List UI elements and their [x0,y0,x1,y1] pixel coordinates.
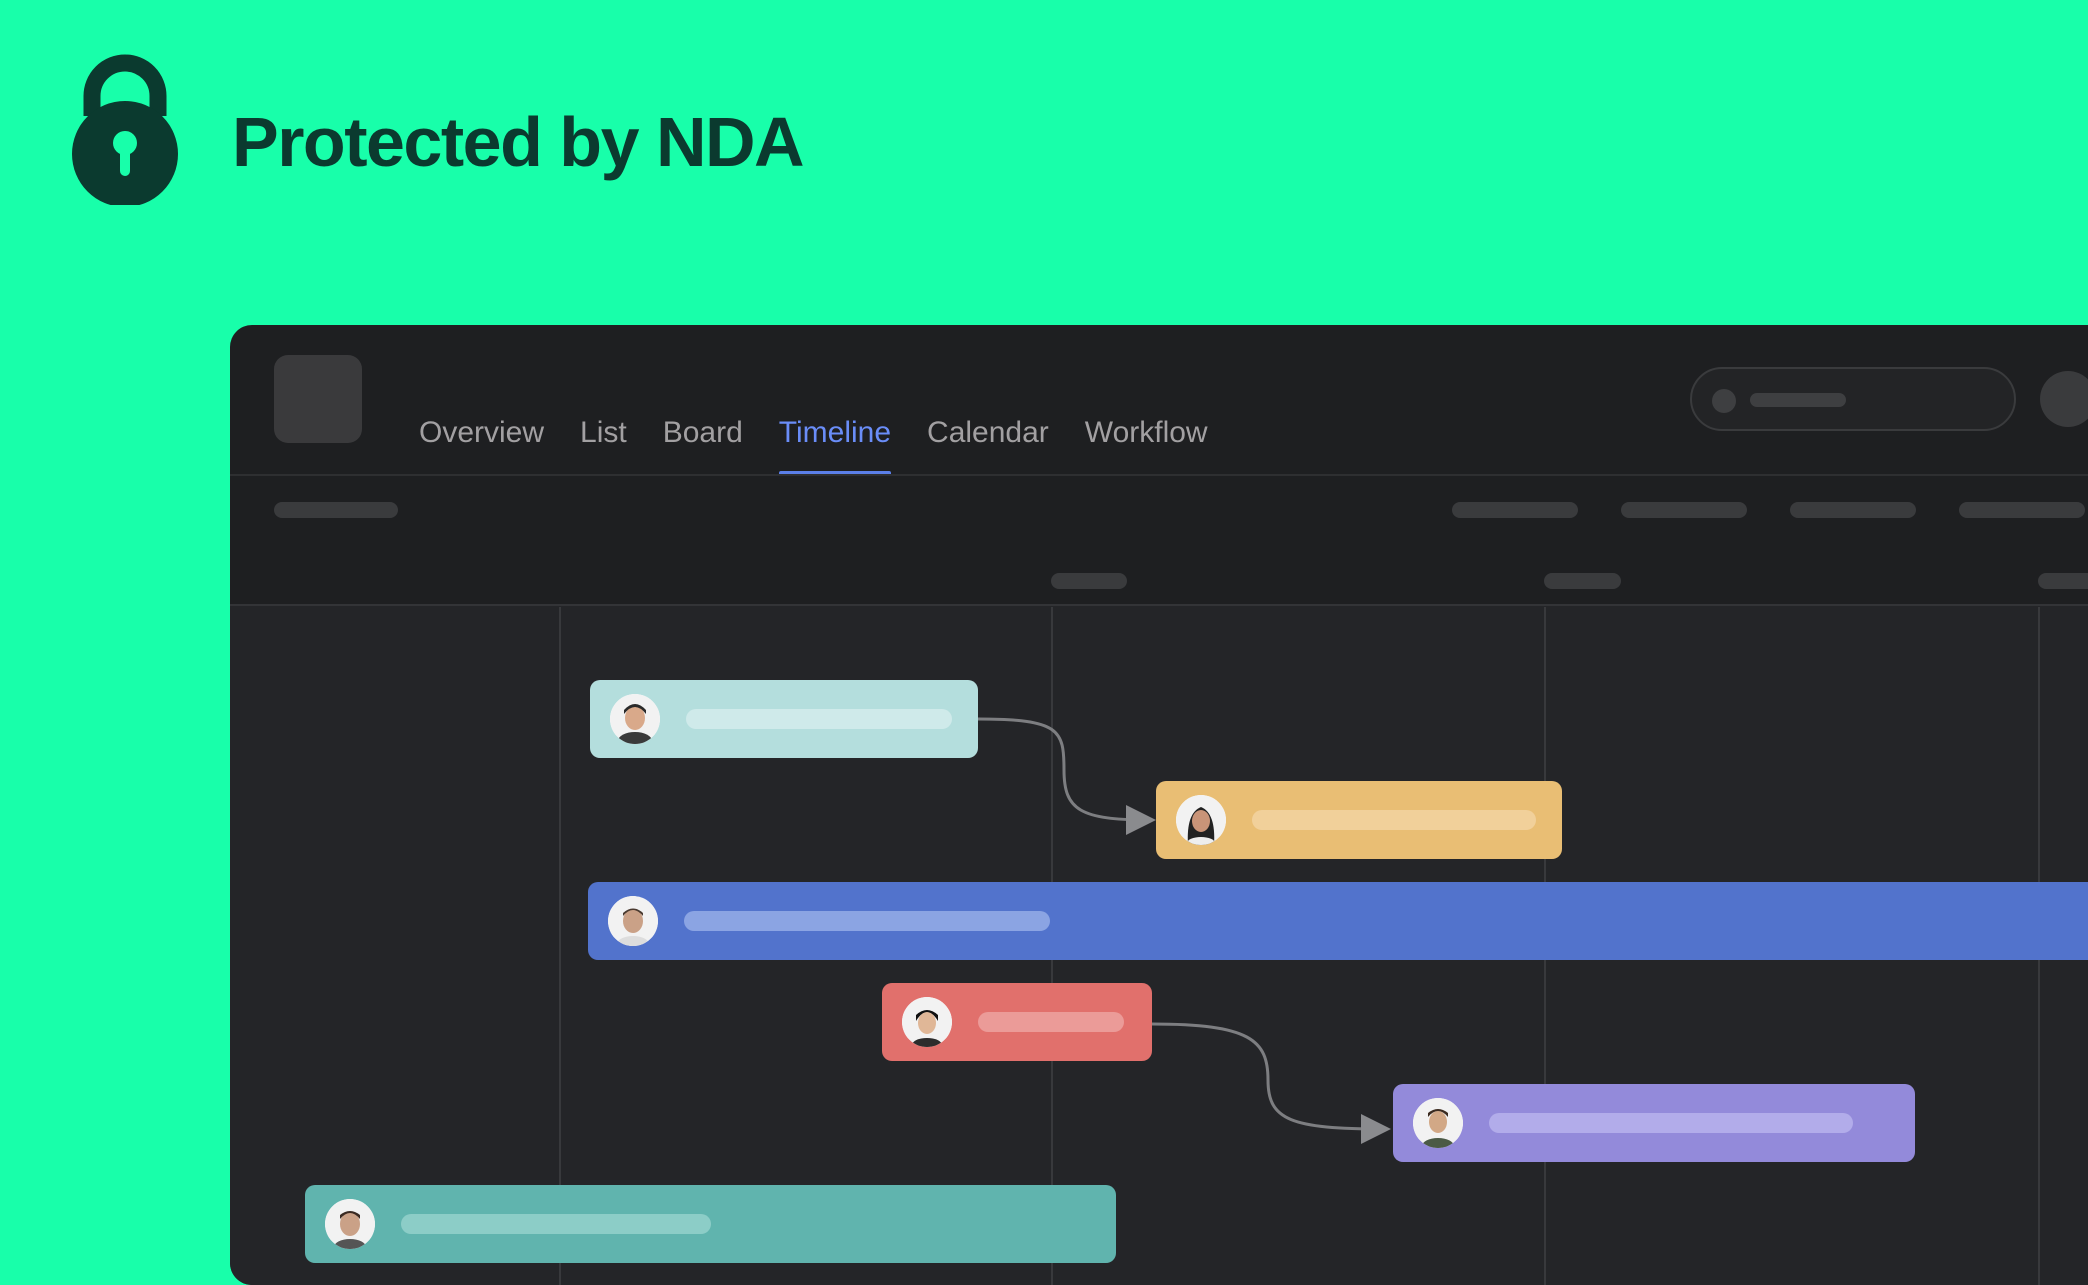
task-bar[interactable] [882,983,1152,1061]
avatar [325,1199,375,1249]
tab-workflow[interactable]: Workflow [1067,413,1226,475]
toolbar-skeleton [274,502,398,518]
avatar [1176,795,1226,845]
task-bar[interactable] [588,882,2088,960]
task-title-skeleton [686,709,952,729]
tab-overview[interactable]: Overview [401,413,562,475]
search-placeholder [1750,393,1846,407]
task-title-skeleton [1252,810,1536,830]
avatar [610,694,660,744]
header-divider [230,474,2088,476]
date-header-skeleton [2038,573,2088,589]
search-icon [1712,389,1736,413]
toolbar-skeleton[interactable] [1452,502,1578,518]
toolbar-skeleton[interactable] [1959,502,2085,518]
task-bar[interactable] [305,1185,1116,1263]
app-icon[interactable] [274,355,362,443]
tab-board[interactable]: Board [645,413,761,475]
tab-timeline[interactable]: Timeline [761,413,909,476]
task-title-skeleton [401,1214,711,1234]
search-input[interactable] [1690,367,2016,431]
task-title-skeleton [1489,1113,1853,1133]
grid-divider [230,604,2088,606]
task-title-skeleton [684,911,1050,931]
toolbar-skeleton[interactable] [1790,502,1916,518]
user-avatar[interactable] [2040,371,2088,427]
avatar [1413,1098,1463,1148]
avatar [902,997,952,1047]
date-header-skeleton [1051,573,1127,589]
app-window: Overview List Board Timeline Calendar Wo… [230,325,2088,1285]
task-bar[interactable] [1393,1084,1915,1162]
task-bar[interactable] [1156,781,1562,859]
tab-list[interactable]: List [562,413,645,475]
grid-line [559,607,561,1285]
tab-bar: Overview List Board Timeline Calendar Wo… [401,413,1226,476]
lock-icon [72,54,178,205]
task-title-skeleton [978,1012,1124,1032]
page-title: Protected by NDA [232,103,805,181]
tab-calendar[interactable]: Calendar [909,413,1067,475]
toolbar-skeleton[interactable] [1621,502,1747,518]
task-bar[interactable] [590,680,978,758]
avatar [608,896,658,946]
date-header-skeleton [1544,573,1621,589]
